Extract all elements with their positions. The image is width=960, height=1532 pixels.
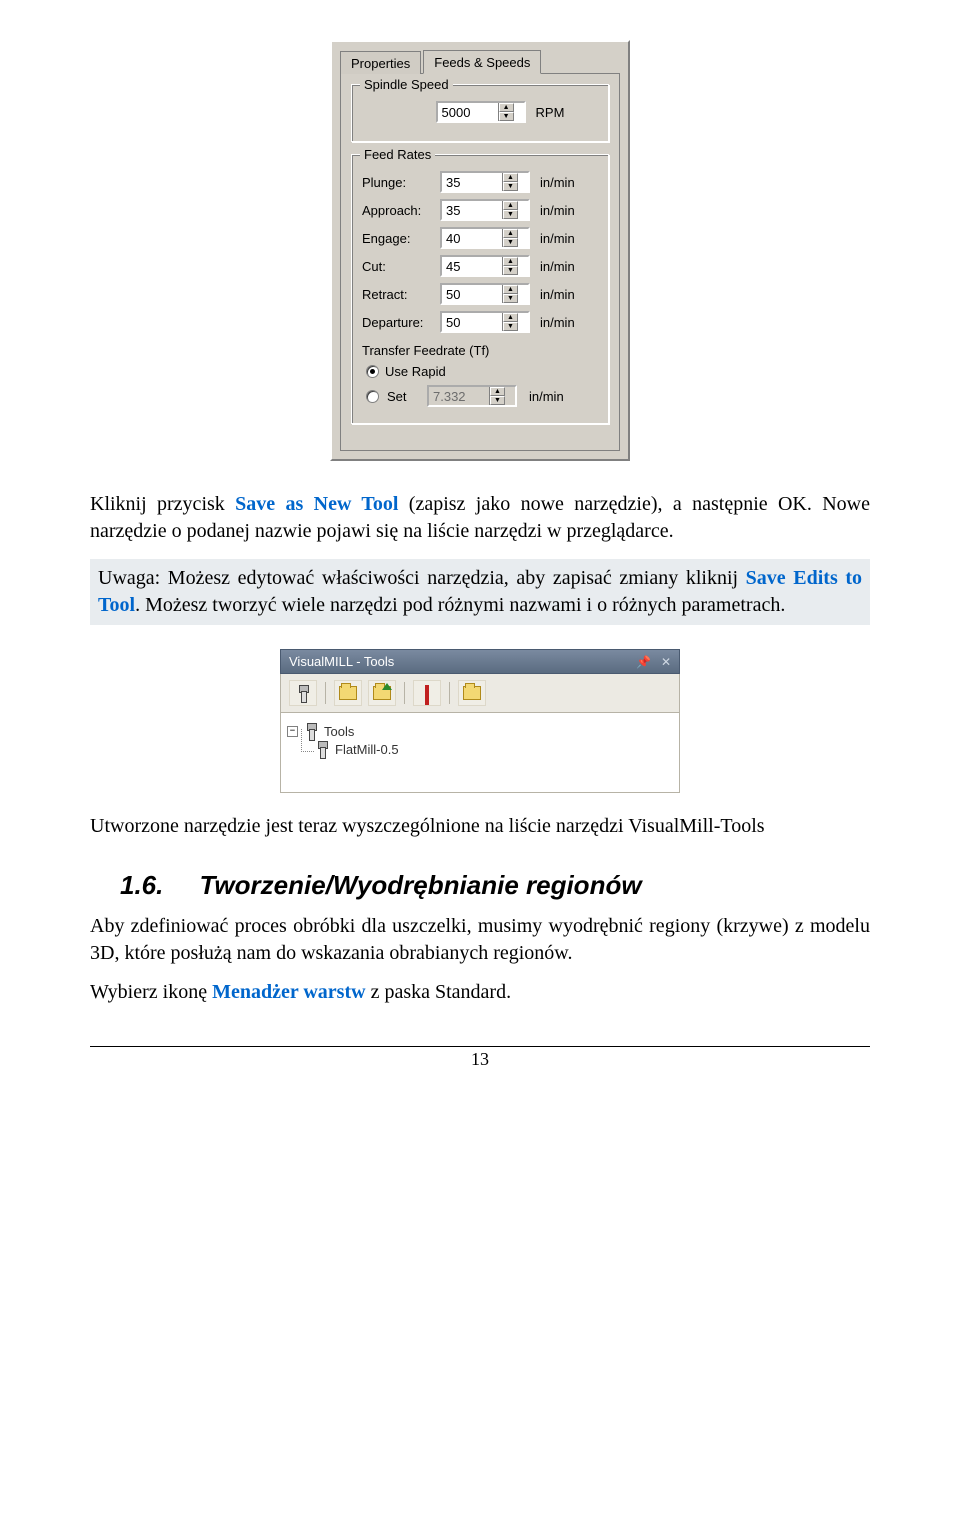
set-label: Set: [387, 389, 419, 404]
cut-input[interactable]: [442, 257, 502, 275]
cut-label: Cut:: [362, 259, 434, 274]
panel-tree: − Tools FlatMill-0.5: [280, 713, 680, 793]
spindle-speed-input[interactable]: [438, 103, 498, 121]
folder-import-icon: [463, 686, 481, 700]
spindle-unit: RPM: [536, 105, 565, 120]
engage-label: Engage:: [362, 231, 434, 246]
p1-text-a: Kliknij przycisk: [90, 493, 235, 515]
set-radio[interactable]: [366, 390, 379, 403]
engage-unit: in/min: [540, 231, 575, 246]
feed-rates-group: Feed Rates Plunge: ▲▼ in/min Approach: ▲…: [351, 154, 609, 424]
paragraph-2: Utworzone narzędzie jest teraz wyszczegó…: [90, 813, 870, 840]
toolbar-separator-2: [404, 682, 405, 704]
notice-box: Uwaga: Możesz edytować właściwości narzę…: [90, 559, 870, 625]
plunge-down-icon[interactable]: ▼: [503, 182, 518, 191]
plunge-up-icon[interactable]: ▲: [503, 173, 518, 182]
cut-up-icon[interactable]: ▲: [503, 257, 518, 266]
spindle-group-title: Spindle Speed: [360, 77, 453, 92]
spindle-speed-group: Spindle Speed ▲ ▼ RPM: [351, 84, 609, 142]
feedrates-title: Feed Rates: [360, 147, 435, 162]
panel-toolbar: [280, 674, 680, 713]
toolbar-separator-1: [325, 682, 326, 704]
engage-down-icon[interactable]: ▼: [503, 238, 518, 247]
retract-unit: in/min: [540, 287, 575, 302]
dialog-tabs: Properties Feeds & Speeds: [340, 50, 620, 74]
save-as-new-tool-ref: Save as New Tool: [235, 493, 398, 515]
use-rapid-radio[interactable]: [366, 365, 379, 378]
tool-properties-dialog: Properties Feeds & Speeds Spindle Speed …: [330, 40, 630, 461]
export-tool-library-button[interactable]: [368, 680, 396, 706]
tree-child-label[interactable]: FlatMill-0.5: [335, 742, 399, 757]
panel-title: VisualMILL - Tools: [289, 654, 394, 669]
approach-unit: in/min: [540, 203, 575, 218]
set-value-input: [429, 387, 489, 405]
spindle-up-icon[interactable]: ▲: [499, 103, 514, 112]
approach-label: Approach:: [362, 203, 434, 218]
notice-c: . Możesz tworzyć wiele narzędzi pod różn…: [135, 594, 785, 616]
set-unit: in/min: [529, 389, 564, 404]
exclamation-icon: [425, 685, 429, 701]
paragraph-3: Aby zdefiniować proces obróbki dla uszcz…: [90, 913, 870, 967]
tree-collapse-icon[interactable]: −: [287, 726, 298, 737]
open-tool-library-button[interactable]: [334, 680, 362, 706]
document-body: Kliknij przycisk Save as New Tool (zapis…: [90, 491, 870, 625]
engage-input[interactable]: [442, 229, 502, 247]
flatmill-tool-icon: [315, 741, 329, 757]
import-tool-button[interactable]: [458, 680, 486, 706]
retract-input[interactable]: [442, 285, 502, 303]
retract-down-icon[interactable]: ▼: [503, 294, 518, 303]
plunge-input[interactable]: [442, 173, 502, 191]
close-icon[interactable]: ✕: [661, 655, 671, 669]
toolbar-separator-3: [449, 682, 450, 704]
set-down-icon: ▼: [490, 396, 505, 405]
new-tool-button[interactable]: [289, 680, 317, 706]
paragraph-4: Wybierz ikonę Menadżer warstw z paska St…: [90, 979, 870, 1006]
spindle-speed-input-wrap: ▲ ▼: [436, 101, 526, 123]
use-rapid-label: Use Rapid: [385, 364, 446, 379]
plunge-label: Plunge:: [362, 175, 434, 190]
cut-down-icon[interactable]: ▼: [503, 266, 518, 275]
visualmill-tools-panel: VisualMILL - Tools 📌 ✕ −: [280, 649, 680, 793]
departure-unit: in/min: [540, 315, 575, 330]
pin-icon[interactable]: 📌: [636, 655, 651, 669]
tab-panel: Spindle Speed ▲ ▼ RPM Feed Rates Plunge:: [340, 73, 620, 451]
departure-up-icon[interactable]: ▲: [503, 313, 518, 322]
cut-unit: in/min: [540, 259, 575, 274]
spindle-down-icon[interactable]: ▼: [499, 112, 514, 121]
page-footer: 13: [90, 1046, 870, 1070]
tool-warning-button[interactable]: [413, 680, 441, 706]
section-heading: 1.6. Tworzenie/Wyodrębnianie regionów: [120, 870, 870, 901]
paragraph-1: Kliknij przycisk Save as New Tool (zapis…: [90, 491, 870, 545]
approach-input[interactable]: [442, 201, 502, 219]
plunge-unit: in/min: [540, 175, 575, 190]
heading-number: 1.6.: [120, 870, 163, 900]
folder-open-icon: [339, 686, 357, 700]
retract-label: Retract:: [362, 287, 434, 302]
mill-icon: [296, 685, 310, 701]
engage-up-icon[interactable]: ▲: [503, 229, 518, 238]
retract-up-icon[interactable]: ▲: [503, 285, 518, 294]
p4-c: z paska Standard.: [366, 981, 512, 1003]
page-number: 13: [471, 1049, 489, 1069]
p4-a: Wybierz ikonę: [90, 981, 212, 1003]
heading-text: Tworzenie/Wyodrębnianie regionów: [200, 870, 642, 900]
approach-up-icon[interactable]: ▲: [503, 201, 518, 210]
transfer-feedrate-label: Transfer Feedrate (Tf): [362, 343, 598, 358]
set-up-icon: ▲: [490, 387, 505, 396]
panel-title-bar: VisualMILL - Tools 📌 ✕: [280, 649, 680, 674]
menadzer-warstw-ref: Menadżer warstw: [212, 981, 365, 1003]
departure-input[interactable]: [442, 313, 502, 331]
tree-root-label[interactable]: Tools: [324, 724, 354, 739]
notice-a: Uwaga: Możesz edytować właściwości narzę…: [98, 567, 746, 589]
departure-label: Departure:: [362, 315, 434, 330]
approach-down-icon[interactable]: ▼: [503, 210, 518, 219]
tab-properties[interactable]: Properties: [340, 51, 421, 74]
departure-down-icon[interactable]: ▼: [503, 322, 518, 331]
folder-export-icon: [373, 686, 391, 700]
tab-feeds-speeds[interactable]: Feeds & Speeds: [423, 50, 541, 74]
